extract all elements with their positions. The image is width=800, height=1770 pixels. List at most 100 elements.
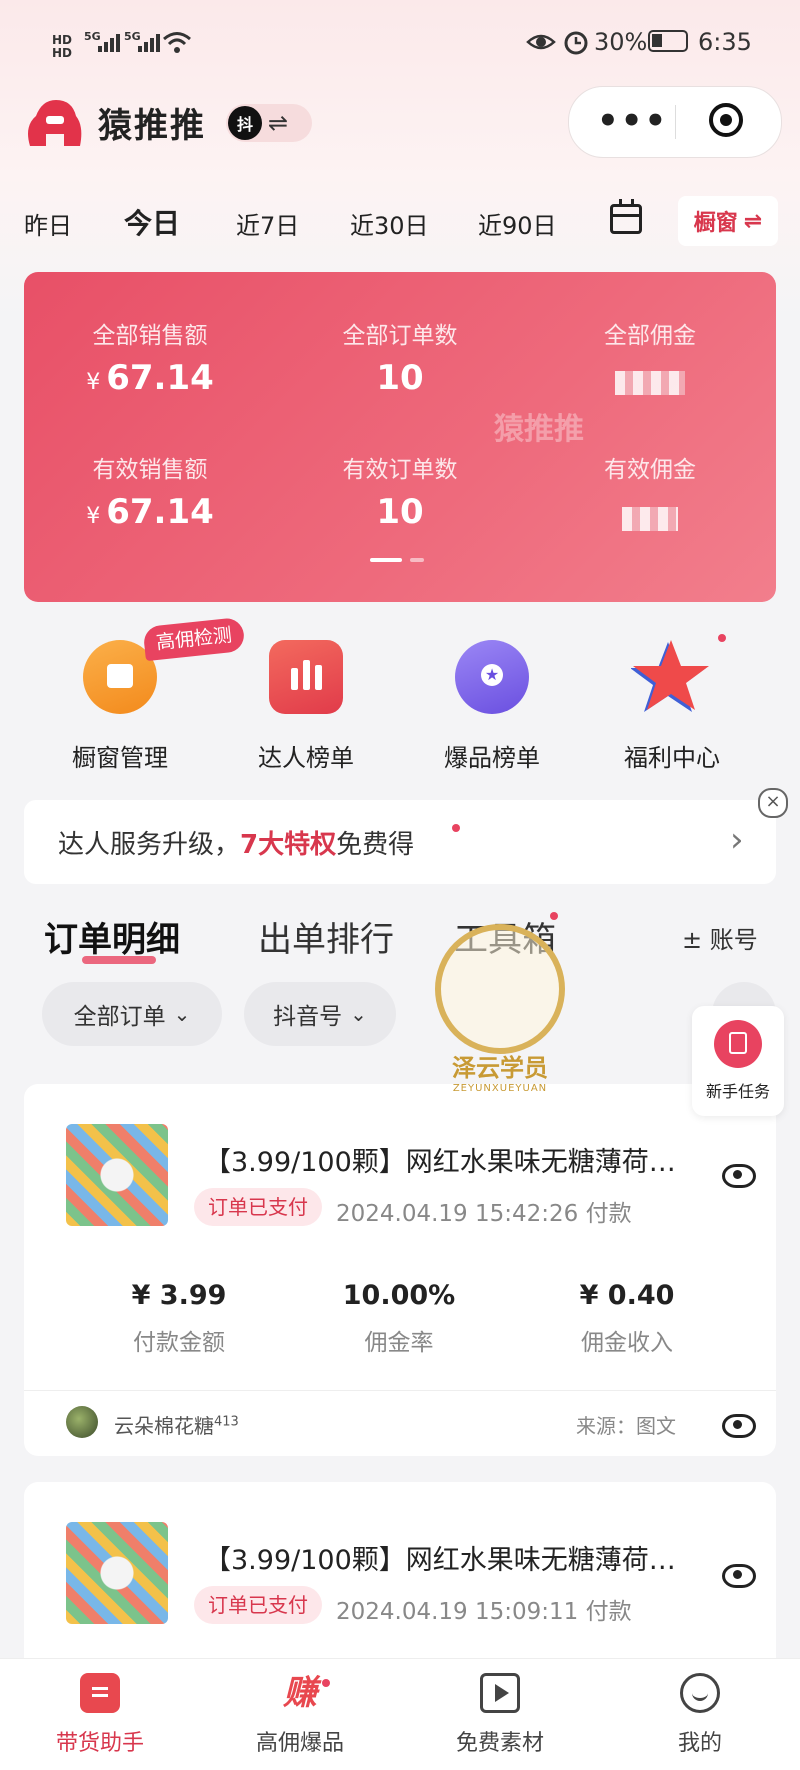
swap-icon: ⇌	[268, 109, 289, 137]
nav-free-materials[interactable]: 免费素材	[400, 1673, 600, 1757]
douyin-icon: 抖	[228, 106, 262, 140]
card-page-indicator	[370, 558, 424, 562]
stat-value-total-orders: 10	[376, 358, 424, 398]
product-thumbnail	[66, 1522, 168, 1624]
tab-order-details[interactable]: 订单明细	[44, 912, 180, 961]
stat-value-total-sales: ¥67.14	[86, 358, 214, 398]
product-thumbnail	[66, 1124, 168, 1226]
order-time: 2024.04.19 15:42:26 付款	[336, 1201, 632, 1227]
earn-icon: 赚	[283, 1673, 317, 1713]
influencer-name: 云朵棉花糖413	[114, 1414, 239, 1438]
smile-icon	[680, 1673, 720, 1713]
mini-program-capsule: •••	[568, 86, 782, 158]
gorilla-logo-icon	[28, 100, 82, 146]
tab-order-ranking[interactable]: 出单排行	[258, 912, 394, 961]
nav-assistant[interactable]: 带货助手	[0, 1673, 200, 1757]
order-card[interactable]: 【3.99/100颗】网红水果味无糖薄荷… 订单已支付 2024.04.19 1…	[24, 1482, 776, 1682]
stat-label-total-commission: 全部佣金	[604, 323, 696, 349]
eye-icon[interactable]	[722, 1564, 756, 1588]
battery-icon	[648, 30, 688, 52]
stat-label-total-sales: 全部销售额	[92, 323, 208, 349]
shortcut-label: 达人榜单	[258, 744, 354, 772]
date-tab-30d[interactable]: 近30日	[350, 206, 429, 241]
nav-label: 免费素材	[455, 1731, 544, 1756]
nav-high-commission[interactable]: 赚 高佣爆品	[200, 1673, 400, 1757]
task-list-icon	[714, 1020, 762, 1068]
card-watermark: 猿推推	[494, 412, 584, 447]
notification-dot	[550, 912, 558, 920]
metric-payment: ¥ 3.99 付款金额	[131, 1280, 227, 1356]
eye-icon[interactable]	[722, 1414, 756, 1438]
upgrade-banner[interactable]: 达人服务升级，7大特权免费得 ›	[24, 800, 776, 884]
shortcut-window-manage[interactable]: 橱窗管理	[30, 640, 210, 773]
eye-status-icon	[526, 34, 556, 50]
stat-value-valid-commission-redacted	[550, 500, 750, 540]
banner-text: 达人服务升级，7大特权免费得	[58, 829, 415, 860]
date-tab-yesterday[interactable]: 昨日	[24, 206, 72, 241]
more-menu-icon[interactable]: •••	[597, 101, 668, 141]
date-tab-today[interactable]: 今日	[124, 202, 180, 242]
watermark-stamp: 泽云学员 ZEYUNXUEYUAN	[430, 924, 570, 1094]
clock: 6:35	[698, 28, 752, 56]
star-icon	[631, 640, 709, 714]
order-source: 来源：图文	[576, 1414, 676, 1438]
order-status-badge: 订单已支付	[194, 1188, 322, 1226]
filter-douyin-account[interactable]: 抖音号 ⌄	[244, 982, 396, 1046]
alarm-icon	[564, 31, 588, 55]
date-tab-7d[interactable]: 近7日	[236, 206, 299, 241]
order-status-badge: 订单已支付	[194, 1586, 322, 1624]
notification-dot	[452, 824, 460, 832]
bottom-navigation: 带货助手 赚 高佣爆品 免费素材 我的	[0, 1658, 800, 1770]
account-button[interactable]: ± 账号	[682, 920, 758, 955]
stamp-title: 泽云学员	[452, 1054, 548, 1082]
shortcut-label: 福利中心	[624, 744, 720, 772]
eye-icon[interactable]	[722, 1164, 756, 1188]
stat-value-total-commission-redacted	[550, 364, 750, 404]
notification-dot	[322, 1679, 330, 1687]
nav-mine[interactable]: 我的	[600, 1673, 800, 1757]
shortcut-welfare-center[interactable]: 福利中心	[582, 634, 762, 773]
task-label: 新手任务	[705, 1082, 770, 1101]
banner-close-icon[interactable]: ×	[758, 788, 788, 818]
swap-icon: ⇌	[743, 208, 763, 234]
stat-label-valid-commission: 有效佣金	[604, 457, 696, 483]
chevron-down-icon: ⌄	[173, 1002, 191, 1026]
order-time: 2024.04.19 15:09:11 付款	[336, 1599, 632, 1625]
summary-card[interactable]: 猿推推 全部销售额 ¥67.14 全部订单数 10 全部佣金 有效销售额 ¥67…	[24, 272, 776, 602]
app-brand: 猿推推	[98, 106, 206, 146]
stamp-subtitle: ZEYUNXUEYUAN	[452, 1083, 548, 1094]
notification-dot	[718, 634, 726, 642]
signal-icon	[98, 32, 120, 52]
active-tab-indicator	[82, 956, 156, 964]
stamp-emblem	[435, 924, 565, 1054]
window-switch-label: 橱窗	[693, 211, 738, 236]
chevron-right-icon: ›	[730, 820, 744, 860]
nav-label: 高佣爆品	[255, 1731, 344, 1756]
wifi-icon	[163, 32, 191, 53]
filter-all-orders[interactable]: 全部订单 ⌄	[42, 982, 222, 1046]
window-switch-button[interactable]: 橱窗 ⇌	[678, 196, 778, 246]
stat-label-total-orders: 全部订单数	[342, 323, 458, 349]
avatar	[66, 1406, 98, 1438]
chevron-down-icon: ⌄	[350, 1002, 367, 1026]
bar-chart-icon	[269, 640, 343, 714]
date-tab-90d[interactable]: 近90日	[478, 206, 557, 241]
metric-commission-rate: 10.00% 佣金率	[342, 1280, 456, 1356]
nav-label: 带货助手	[55, 1731, 144, 1756]
order-card[interactable]: 【3.99/100颗】网红水果味无糖薄荷… 订单已支付 2024.04.19 1…	[24, 1084, 776, 1456]
signal-icon-2	[138, 32, 160, 52]
stat-value-valid-sales: ¥67.14	[86, 492, 214, 532]
shortcut-label: 橱窗管理	[72, 744, 168, 772]
newbie-task-float[interactable]: 新手任务	[692, 1006, 784, 1116]
medal-icon: ★	[455, 640, 529, 714]
stat-label-valid-sales: 有效销售额	[92, 457, 208, 483]
product-title: 【3.99/100颗】网红水果味无糖薄荷…	[204, 1147, 676, 1178]
shortcut-hot-product-rank[interactable]: ★ 爆品榜单	[402, 640, 582, 773]
stat-label-valid-orders: 有效订单数	[342, 457, 458, 483]
battery-percent: 30%	[594, 28, 648, 56]
calendar-icon[interactable]	[610, 199, 642, 234]
metric-commission-income: ¥ 0.40 佣金收入	[579, 1280, 675, 1356]
close-target-icon[interactable]	[709, 103, 743, 137]
platform-switch[interactable]: 抖 ⇌	[226, 104, 312, 142]
shortcut-influencer-rank[interactable]: 达人榜单	[216, 640, 396, 773]
